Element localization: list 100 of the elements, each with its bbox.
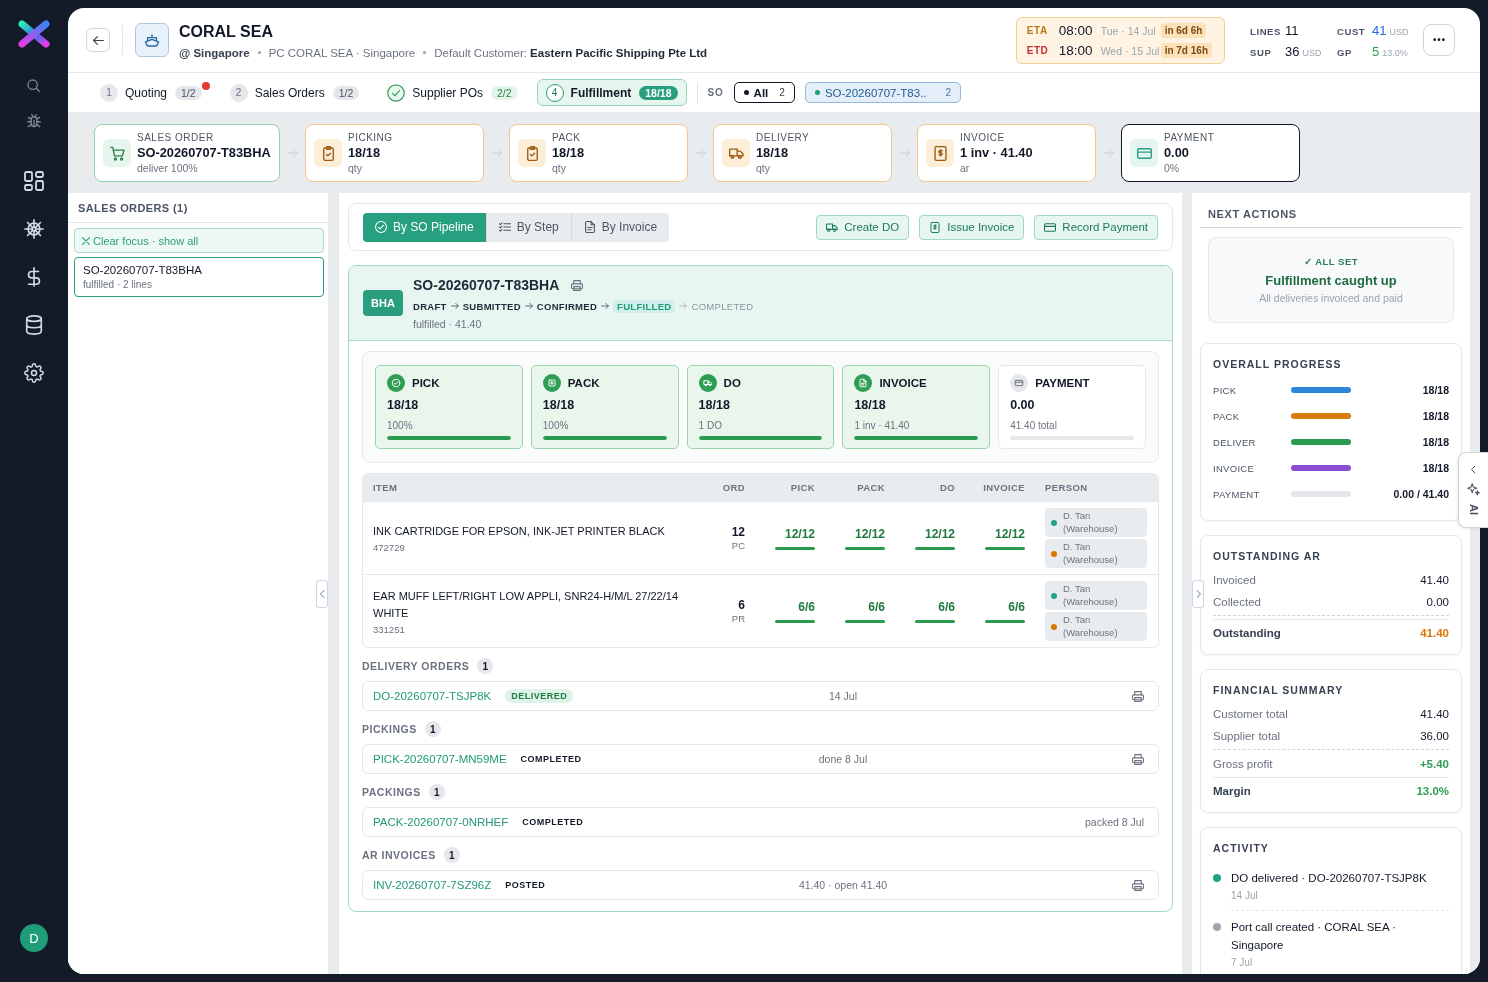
stat-label: GP xyxy=(1337,46,1353,58)
close-icon xyxy=(82,236,90,245)
stat-label: CUST xyxy=(1337,25,1367,37)
customer-text: Default Customer: Eastern Pacific Shipping Pte Ltd xyxy=(434,46,708,59)
collapse-handle[interactable] xyxy=(1192,580,1204,608)
record-link[interactable]: PICK-20260707-MN59ME xyxy=(373,753,507,765)
record-link[interactable]: PACK-20260707-0NRHEF xyxy=(373,816,509,828)
view-tab[interactable]: By Step xyxy=(485,212,571,242)
step-card-label: INVOICE xyxy=(879,377,927,389)
time-text: 18:00 xyxy=(1058,43,1094,58)
printer-icon[interactable] xyxy=(1132,753,1144,765)
card-icon xyxy=(1010,374,1029,392)
clear-focus-button[interactable]: Clear focus · show all xyxy=(74,228,324,253)
section-title: PICKINGS xyxy=(362,723,417,735)
invoice-icon xyxy=(926,139,954,167)
assistant-tab[interactable]: AI xyxy=(1458,452,1488,528)
card-value: 0.00 xyxy=(1164,143,1190,162)
row-label: Supplier total xyxy=(1213,730,1281,742)
location-text: @ Singapore xyxy=(179,46,250,59)
view-tab[interactable]: By SO Pipeline xyxy=(363,212,486,242)
printer-icon[interactable] xyxy=(571,279,584,291)
item-code: 472729 xyxy=(373,542,406,553)
card-note: 0% xyxy=(1164,161,1181,175)
count-badge: 1 xyxy=(443,847,460,863)
chevron-right-icon xyxy=(1195,590,1201,598)
grid-icon[interactable] xyxy=(24,171,44,191)
cart-icon xyxy=(103,139,131,167)
step-tab[interactable]: Supplier POs 2/2 xyxy=(378,79,527,106)
order-list-item[interactable]: SO-20260707-T83BHA fulfilled · 2 lines xyxy=(74,257,324,297)
record-link[interactable]: DO-20260707-TSJP8K xyxy=(373,690,492,702)
filter-chip[interactable]: SO-20260707-T83.. 2 xyxy=(804,82,962,103)
count-badge: 1 xyxy=(477,658,494,674)
date-text: Wed · 15 Jul xyxy=(1100,44,1161,57)
row-value: 13.0% xyxy=(1416,785,1449,797)
step-card-value: 0.00 xyxy=(1010,397,1036,413)
quantity-value: 6/6 xyxy=(798,599,815,615)
count-badge: 1 xyxy=(428,784,445,800)
activity-text: Port call created · CORAL SEA · Singapore xyxy=(1231,920,1398,953)
status-badge: DELIVERED xyxy=(505,689,574,703)
section-title: NEXT ACTIONS xyxy=(1200,193,1462,228)
schedule-label: ETD xyxy=(1026,45,1050,56)
quantity-value: 6/6 xyxy=(868,599,885,615)
column-header: ITEM xyxy=(373,482,399,493)
step-tab[interactable]: 2 Sales Orders 1/2 xyxy=(220,79,369,106)
item-name: INK CARTRIDGE FOR EPSON, INK-JET PRINTER BLACK xyxy=(373,524,666,539)
record-link[interactable]: INV-20260707-7SZ96Z xyxy=(373,879,492,891)
more-icon xyxy=(1433,38,1445,42)
card-note: qty xyxy=(756,161,771,175)
row-label: Collected xyxy=(1213,596,1261,608)
card-label: PACK xyxy=(552,131,582,144)
card-note: deliver 100% xyxy=(137,161,199,175)
action-button[interactable]: Create DO xyxy=(816,214,910,240)
quantity-value: 12/12 xyxy=(854,526,885,542)
settings-icon[interactable] xyxy=(24,363,44,383)
back-button[interactable] xyxy=(86,28,110,52)
status-text: COMPLETED xyxy=(522,817,584,827)
search-icon[interactable] xyxy=(27,79,41,93)
ordered-qty: 12 xyxy=(731,525,745,540)
logo-icon[interactable] xyxy=(18,20,50,48)
record-note: 41.40 · open 41.40 xyxy=(797,879,889,891)
step-card-note: 41.40 total xyxy=(1010,419,1058,432)
truck-icon xyxy=(698,374,717,392)
bug-icon[interactable] xyxy=(27,114,41,128)
step-card-value: 18/18 xyxy=(542,397,576,413)
stage-label: DRAFT xyxy=(413,300,447,312)
row-value: 41.40 xyxy=(1420,574,1449,586)
quantity-value: 12/12 xyxy=(994,526,1025,542)
database-icon[interactable] xyxy=(24,315,44,335)
document-icon xyxy=(583,221,596,233)
view-tab[interactable]: By Invoice xyxy=(570,212,670,242)
step-tab[interactable]: 1 Quoting 1/2 xyxy=(91,79,211,106)
filter-chip[interactable]: All 2 xyxy=(733,82,795,103)
arrow-right-icon xyxy=(524,303,533,309)
document-icon xyxy=(854,374,873,392)
step-number: 1 xyxy=(100,83,118,102)
column-header: ORD xyxy=(722,482,745,493)
step-card-label: PACK xyxy=(567,377,600,389)
countdown-badge: in 7d 16h xyxy=(1160,43,1212,58)
step-tab[interactable]: 4 Fulfillment 18/18 xyxy=(536,79,687,106)
wheel-icon[interactable] xyxy=(24,219,44,239)
progress-value: 18/18 xyxy=(1421,462,1449,474)
count-badge: 18/18 xyxy=(639,85,678,100)
progress-label: PACK xyxy=(1213,410,1241,422)
progress-label: INVOICE xyxy=(1213,462,1256,474)
clipboard-check-icon xyxy=(518,139,546,167)
action-button[interactable]: Record Payment xyxy=(1034,214,1158,240)
printer-icon[interactable] xyxy=(1132,690,1144,702)
person-role: (Warehouse) xyxy=(1063,553,1118,566)
action-button[interactable]: Issue Invoice xyxy=(919,214,1025,240)
panel-title: SALES ORDERS (1) xyxy=(68,193,328,223)
row-label: Gross profit xyxy=(1213,758,1273,770)
quantity-value: 12/12 xyxy=(924,526,955,542)
progress-value: 18/18 xyxy=(1421,410,1449,422)
user-avatar[interactable]: D xyxy=(20,924,48,952)
stage-label: SUBMITTED xyxy=(462,300,521,312)
quantity-value: 6/6 xyxy=(938,599,955,615)
card-note: qty xyxy=(552,161,567,175)
person-name: D. Tan xyxy=(1063,614,1092,627)
printer-icon[interactable] xyxy=(1132,879,1144,891)
collapse-handle[interactable] xyxy=(316,580,328,608)
